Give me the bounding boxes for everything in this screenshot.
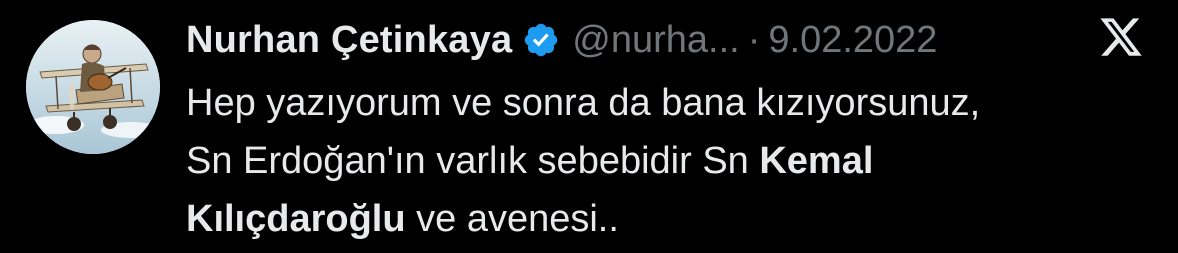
tweet-header: Nurhan Çetinkaya @nurha... · 9.02.2022: [186, 14, 937, 66]
x-logo-icon[interactable]: [1098, 14, 1144, 60]
tweet-text-segment: Hep yazıyorum ve sonra da bana kızıyorsu…: [186, 82, 981, 124]
author-name[interactable]: Nurhan Çetinkaya: [186, 19, 512, 62]
tweet-text-line-3: Kılıçdaroğlu ve avenesi..: [186, 190, 1146, 248]
tweet-text-line-1: Hep yazıyorum ve sonra da bana kızıyorsu…: [186, 74, 1146, 132]
tweet-text: Hep yazıyorum ve sonra da bana kızıyorsu…: [186, 74, 1146, 248]
tweet-card[interactable]: Nurhan Çetinkaya @nurha... · 9.02.2022 H…: [0, 0, 1178, 253]
separator-dot: ·: [747, 18, 761, 61]
tweet-text-line-2: Sn Erdoğan'ın varlık sebebidir Sn Kemal: [186, 132, 1146, 190]
avatar[interactable]: [26, 20, 160, 154]
tweet-text-segment: Sn Erdoğan'ın varlık sebebidir Sn: [186, 140, 760, 182]
tweet-text-segment: ve avenesi..: [405, 198, 619, 240]
author-handle[interactable]: @nurha...: [572, 19, 739, 62]
tweet-date[interactable]: 9.02.2022: [768, 19, 937, 62]
tweet-text-bold-segment: Kılıçdaroğlu: [186, 198, 406, 240]
avatar-image: [26, 20, 160, 154]
verified-badge-icon: [522, 21, 560, 59]
tweet-text-bold-segment: Kemal: [759, 140, 874, 182]
